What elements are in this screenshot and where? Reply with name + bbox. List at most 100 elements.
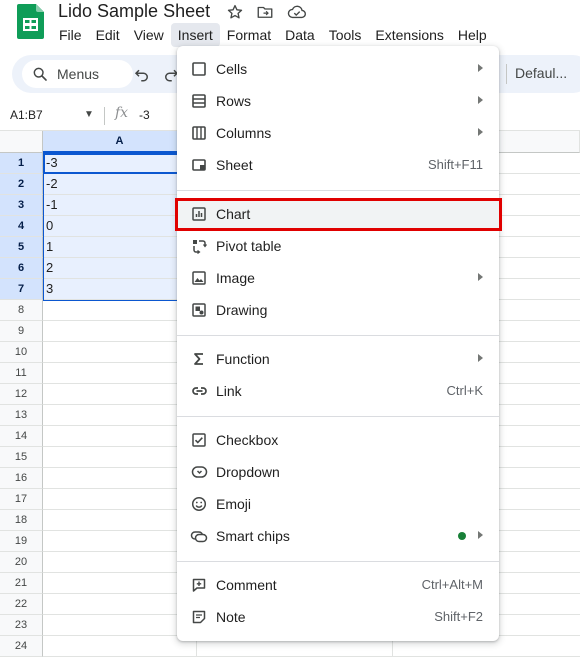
cell-a[interactable]: 3 [43,279,197,300]
menus-search-button[interactable]: Menus [22,60,133,88]
cell-a[interactable]: -1 [43,195,197,216]
cell-a[interactable]: 2 [43,258,197,279]
row-header[interactable]: 20 [0,552,43,573]
insert-menu-item-image[interactable]: Image [177,262,499,294]
insert-menu-item-emoji[interactable]: Emoji [177,488,499,520]
insert-menu-item-smart-chips[interactable]: Smart chips [177,520,499,552]
row-header[interactable]: 13 [0,405,43,426]
checkbox-icon [190,431,208,449]
insert-menu-label: Pivot table [216,238,282,254]
column-header-a[interactable]: A [43,131,197,153]
row-header[interactable]: 19 [0,531,43,552]
cell-a[interactable] [43,300,197,321]
insert-menu-label: Columns [216,125,272,141]
menu-file[interactable]: File [52,23,89,47]
pivot-table-icon [190,237,208,255]
insert-menu-item-link[interactable]: Link Ctrl+K [177,375,499,407]
row-header[interactable]: 18 [0,510,43,531]
font-family-select[interactable]: Defaul... [515,65,567,81]
menu-divider [177,190,499,191]
cell-a[interactable] [43,573,197,594]
cell-a[interactable] [43,384,197,405]
insert-menu-item-cells[interactable]: Cells [177,53,499,85]
menu-help[interactable]: Help [451,23,494,47]
cell-a[interactable] [43,363,197,384]
menu-format[interactable]: Format [220,23,278,47]
cell-a[interactable]: -3 [43,153,197,174]
insert-menu-item-dropdown[interactable]: Dropdown [177,456,499,488]
cell-a[interactable] [43,342,197,363]
cell-a[interactable] [43,447,197,468]
cell-a[interactable] [43,552,197,573]
cell-a[interactable]: -2 [43,174,197,195]
insert-menu-item-columns[interactable]: Columns [177,117,499,149]
row-header[interactable]: 5 [0,237,43,258]
row-header[interactable]: 22 [0,594,43,615]
menu-divider [177,416,499,417]
insert-menu-item-drawing[interactable]: Drawing [177,294,499,326]
row-header[interactable]: 9 [0,321,43,342]
insert-menu-item-sheet[interactable]: Sheet Shift+F11 [177,149,499,181]
row-header[interactable]: 15 [0,447,43,468]
row-header[interactable]: 7 [0,279,43,300]
menu-tools[interactable]: Tools [322,23,369,47]
row-header[interactable]: 14 [0,426,43,447]
insert-menu-item-note[interactable]: Note Shift+F2 [177,601,499,633]
cell-a[interactable] [43,615,197,636]
name-box[interactable]: A1:B7 [10,108,43,122]
formula-input[interactable]: -3 [139,108,150,122]
cell-a[interactable] [43,468,197,489]
cell-a[interactable] [43,426,197,447]
select-all-corner[interactable] [0,131,43,153]
function-icon [190,350,208,368]
insert-menu-item-comment[interactable]: Comment Ctrl+Alt+M [177,569,499,601]
link-icon [190,382,208,400]
row-header[interactable]: 23 [0,615,43,636]
insert-menu-item-checkbox[interactable]: Checkbox [177,424,499,456]
menu-edit[interactable]: Edit [89,23,127,47]
row-header[interactable]: 3 [0,195,43,216]
sheets-logo-icon[interactable] [17,4,44,39]
name-box-dropdown-icon[interactable]: ▼ [84,109,94,120]
row-header[interactable]: 8 [0,300,43,321]
search-icon [32,66,48,82]
move-to-folder-icon[interactable] [256,3,274,21]
cell-a[interactable] [43,531,197,552]
insert-menu-item-function[interactable]: Function [177,343,499,375]
cell-a[interactable] [43,321,197,342]
menu-extensions[interactable]: Extensions [368,23,450,47]
row-header[interactable]: 6 [0,258,43,279]
submenu-arrow-icon [478,64,483,72]
row-header[interactable]: 11 [0,363,43,384]
row-header[interactable]: 17 [0,489,43,510]
row-header[interactable]: 10 [0,342,43,363]
star-icon[interactable] [226,3,244,21]
insert-menu-item-rows[interactable]: Rows [177,85,499,117]
shortcut-label: Ctrl+K [446,383,483,398]
insert-menu-label: Sheet [216,157,253,173]
row-header[interactable]: 2 [0,174,43,195]
insert-menu-item-chart[interactable]: Chart [177,198,499,230]
row-header[interactable]: 4 [0,216,43,237]
insert-menu-item-pivot-table[interactable]: Pivot table [177,230,499,262]
cell-a[interactable] [43,405,197,426]
cell-a[interactable] [43,636,197,657]
cell-a[interactable] [43,489,197,510]
insert-menu-label: Chart [216,206,251,222]
cell-a[interactable] [43,594,197,615]
row-header[interactable]: 16 [0,468,43,489]
document-title[interactable]: Lido Sample Sheet [58,1,210,22]
menu-data[interactable]: Data [278,23,322,47]
cloud-saved-icon[interactable] [287,3,306,21]
cell-a[interactable]: 1 [43,237,197,258]
undo-icon[interactable] [133,65,151,83]
row-header[interactable]: 24 [0,636,43,657]
menu-view[interactable]: View [127,23,171,47]
row-header[interactable]: 12 [0,384,43,405]
menu-insert[interactable]: Insert [170,23,220,47]
row-header[interactable]: 1 [0,153,43,174]
cell-a[interactable]: 0 [43,216,197,237]
row-header[interactable]: 21 [0,573,43,594]
insert-menu-label: Note [216,609,246,625]
cell-a[interactable] [43,510,197,531]
